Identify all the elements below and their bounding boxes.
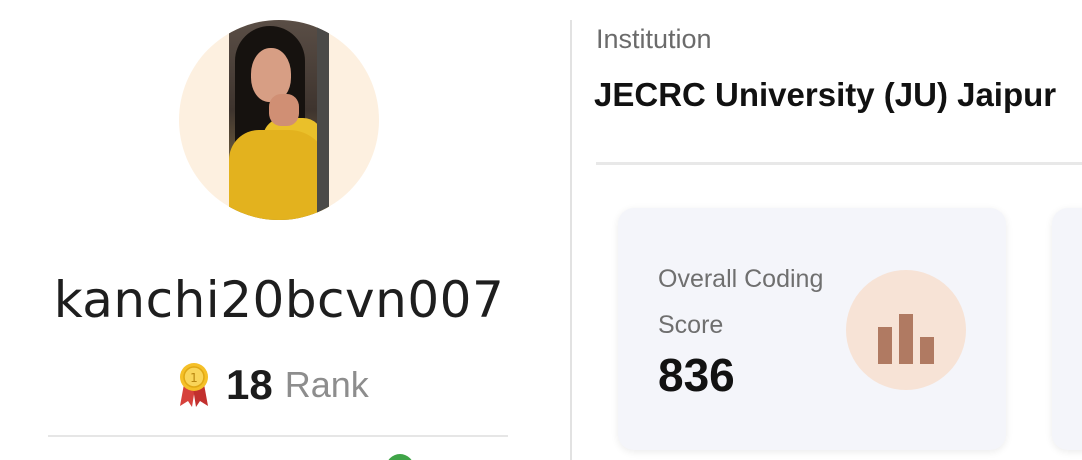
rank-row: 1 18 Rank <box>176 360 369 410</box>
avatar <box>179 20 379 220</box>
rank-label: Rank <box>284 364 369 405</box>
rank-value: 18 <box>226 361 273 408</box>
score-label: Overall Coding Score <box>658 265 824 339</box>
medal-icon: 1 <box>180 363 208 407</box>
next-card <box>1052 208 1082 450</box>
divider <box>48 435 508 437</box>
svg-text:1: 1 <box>190 371 198 385</box>
institution-label: Institution <box>596 24 712 54</box>
bar-chart-icon <box>878 314 934 364</box>
badge-icon <box>386 454 414 460</box>
divider <box>596 162 1082 165</box>
score-value: 836 <box>658 349 735 401</box>
profile-summary: kanchi20bcvn007 1 18 Rank <box>0 0 560 460</box>
coding-score-card: Overall Coding Score 836 <box>618 208 1006 450</box>
profile-page: kanchi20bcvn007 1 18 Rank Institution JE… <box>0 0 1082 460</box>
username: kanchi20bcvn007 <box>53 271 505 329</box>
chart-icon-bubble <box>846 270 966 390</box>
institution-name: JECRC University (JU) Jaipur <box>594 76 1057 113</box>
profile-details: Institution JECRC University (JU) Jaipur… <box>572 0 1082 460</box>
profile-photo <box>229 20 329 220</box>
